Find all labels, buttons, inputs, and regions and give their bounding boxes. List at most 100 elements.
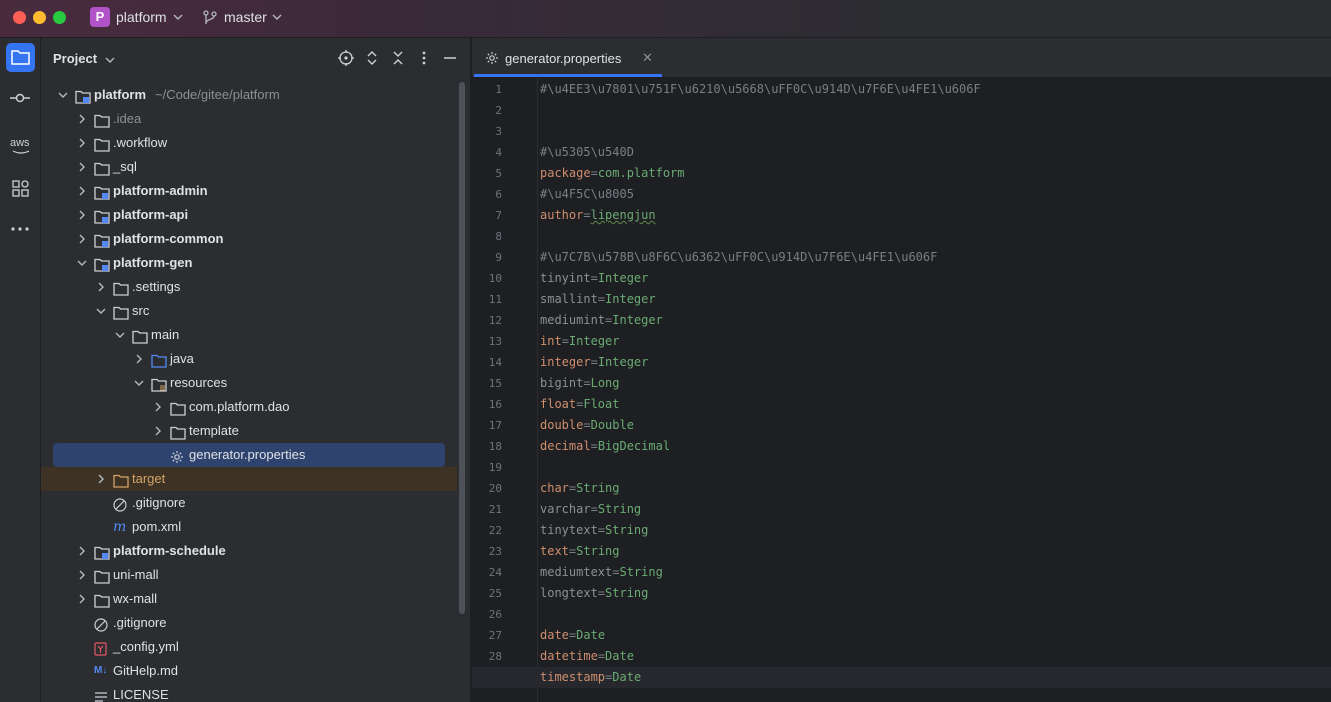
close-tab-icon[interactable]: ✕: [642, 50, 653, 66]
code-line[interactable]: tinyint=Integer: [540, 268, 648, 289]
zoom-window-button[interactable]: [53, 11, 66, 24]
chevron-right-icon[interactable]: [95, 275, 107, 299]
chevron-right-icon[interactable]: [95, 467, 107, 491]
chevron-down-icon[interactable]: [133, 371, 145, 395]
code-line[interactable]: varchar=String: [540, 499, 641, 520]
tree-item-platform[interactable]: platform ~/Code/gitee/platform: [41, 83, 461, 107]
chevron-right-icon[interactable]: [76, 107, 88, 131]
property-value: Float: [583, 397, 620, 411]
property-value: String: [576, 481, 620, 495]
tree-item-githelp-md[interactable]: M↓ GitHelp.md: [41, 659, 461, 683]
chevron-right-icon[interactable]: [76, 587, 88, 611]
collapse-all-icon[interactable]: [390, 50, 406, 66]
tree-item-config-yml[interactable]: _config.yml: [41, 635, 461, 659]
code-line[interactable]: timestamp=Date: [540, 667, 641, 688]
project-panel-header: Project: [41, 38, 471, 78]
code-line[interactable]: longtext=String: [540, 583, 648, 604]
tree-item-platform-api[interactable]: platform-api: [41, 203, 461, 227]
branch-dropdown[interactable]: master: [224, 9, 267, 25]
property-key: decimal: [540, 439, 591, 453]
code-line[interactable]: author=lipengjun: [540, 205, 656, 226]
code-line[interactable]: package=com.platform: [540, 163, 685, 184]
chevron-right-icon[interactable]: [76, 131, 88, 155]
tree-item-platform-schedule[interactable]: platform-schedule: [41, 539, 461, 563]
code-line[interactable]: double=Double: [540, 415, 634, 436]
commit-tool-button[interactable]: [6, 84, 35, 113]
code-line[interactable]: datetime=Date: [540, 646, 634, 667]
code-line[interactable]: mediumint=Integer: [540, 310, 663, 331]
tree-item-main[interactable]: main: [41, 323, 461, 347]
tree-item-java[interactable]: java: [41, 347, 461, 371]
tree-item-settings[interactable]: .settings: [41, 275, 461, 299]
tree-item-platform-gen[interactable]: platform-gen: [41, 251, 461, 275]
property-key: date: [540, 628, 569, 642]
chevron-right-icon[interactable]: [76, 227, 88, 251]
code-line[interactable]: integer=Integer: [540, 352, 648, 373]
tree-item-wx-mall[interactable]: wx-mall: [41, 587, 461, 611]
code-line[interactable]: decimal=BigDecimal: [540, 436, 670, 457]
chevron-down-icon[interactable]: [76, 251, 88, 275]
tree-item-resources[interactable]: resources: [41, 371, 461, 395]
code-line[interactable]: tinytext=String: [540, 520, 648, 541]
structure-tool-button[interactable]: [6, 174, 35, 203]
chevron-down-icon[interactable]: [57, 83, 69, 107]
code-line[interactable]: #\u7C7B\u578B\u8F6C\u6362\uFF0C\u914D\u7…: [540, 247, 937, 268]
tree-item-platform-admin[interactable]: platform-admin: [41, 179, 461, 203]
tree-item-com-platform-dao[interactable]: com.platform.dao: [41, 395, 461, 419]
chevron-right-icon[interactable]: [76, 155, 88, 179]
tree-item-pom-xml[interactable]: m pom.xml: [41, 515, 461, 539]
tree-item-uni-mall[interactable]: uni-mall: [41, 563, 461, 587]
folder-icon: [113, 304, 129, 320]
expand-all-icon[interactable]: [364, 50, 380, 66]
aws-tool-button[interactable]: aws: [6, 132, 35, 161]
tree-item-src[interactable]: src: [41, 299, 461, 323]
tree-item-idea[interactable]: .idea: [41, 107, 461, 131]
tree-item-target[interactable]: target: [41, 467, 461, 491]
tree-item-label: uni-mall: [113, 567, 159, 582]
chevron-right-icon[interactable]: [133, 347, 145, 371]
locate-icon[interactable]: [338, 50, 354, 66]
chevron-right-icon[interactable]: [76, 563, 88, 587]
more-tools-button[interactable]: [6, 214, 35, 243]
code-line[interactable]: text=String: [540, 541, 620, 562]
line-number: 1: [495, 83, 502, 96]
project-tree-scrollbar[interactable]: [459, 82, 465, 614]
chevron-right-icon[interactable]: [76, 539, 88, 563]
project-badge-icon[interactable]: P: [90, 7, 110, 27]
tree-item-label: LICENSE: [113, 687, 169, 702]
tree-item-license[interactable]: LICENSE: [41, 683, 461, 702]
tree-item-template[interactable]: template: [41, 419, 461, 443]
tree-item-workflow[interactable]: .workflow: [41, 131, 461, 155]
active-tab-indicator: [474, 74, 662, 77]
chevron-right-icon[interactable]: [76, 203, 88, 227]
code-line[interactable]: #\u4EE3\u7801\u751F\u6210\u5668\uFF0C\u9…: [540, 79, 981, 100]
code-line[interactable]: #\u4F5C\u8005: [540, 184, 634, 205]
tree-item-platform-common[interactable]: platform-common: [41, 227, 461, 251]
code-line[interactable]: #\u5305\u540D: [540, 142, 634, 163]
tree-item-generator-properties[interactable]: generator.properties: [41, 443, 461, 467]
code-line[interactable]: mediumtext=String: [540, 562, 663, 583]
chevron-right-icon[interactable]: [152, 395, 164, 419]
code-line[interactable]: bigint=Long: [540, 373, 620, 394]
tree-item-gitignore[interactable]: .gitignore: [41, 611, 461, 635]
code-line[interactable]: date=Date: [540, 625, 605, 646]
minimize-window-button[interactable]: [33, 11, 46, 24]
chevron-right-icon[interactable]: [152, 419, 164, 443]
code-line[interactable]: smallint=Integer: [540, 289, 656, 310]
chevron-right-icon[interactable]: [76, 179, 88, 203]
editor-tab-generator-properties[interactable]: generator.properties ✕: [472, 38, 662, 78]
tree-item-sql[interactable]: _sql: [41, 155, 461, 179]
hide-panel-icon[interactable]: [442, 50, 458, 66]
code-line[interactable]: char=String: [540, 478, 620, 499]
close-window-button[interactable]: [13, 11, 26, 24]
code-line[interactable]: int=Integer: [540, 331, 620, 352]
options-icon[interactable]: [416, 50, 432, 66]
project-view-dropdown[interactable]: Project: [53, 51, 97, 66]
folder-icon: [11, 50, 30, 65]
code-line[interactable]: float=Float: [540, 394, 619, 415]
tree-item-gitignore[interactable]: .gitignore: [41, 491, 461, 515]
project-tool-button[interactable]: [6, 43, 35, 72]
project-name-dropdown[interactable]: platform: [116, 9, 167, 25]
chevron-down-icon[interactable]: [95, 299, 107, 323]
chevron-down-icon[interactable]: [114, 323, 126, 347]
